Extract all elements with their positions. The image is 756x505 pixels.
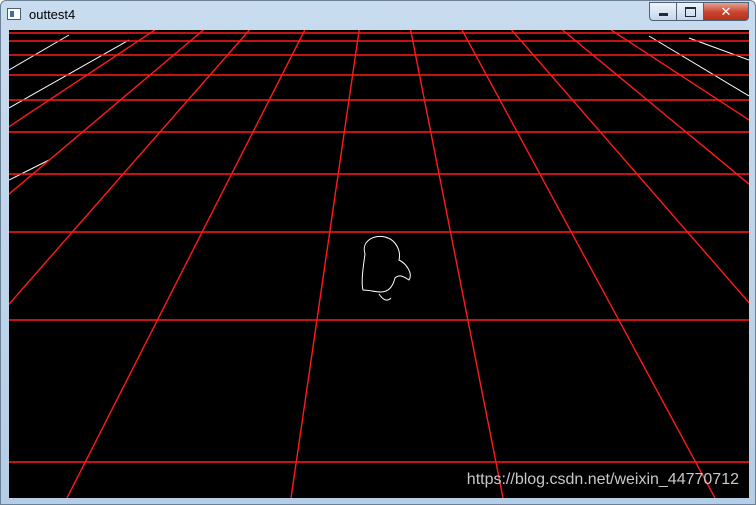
minimize-icon [658, 13, 668, 16]
perspective-grid [9, 30, 749, 498]
edge-line [9, 39, 130, 109]
close-icon: ✕ [720, 3, 732, 19]
minimize-button[interactable] [649, 2, 676, 21]
title-bar[interactable]: outtest4 ✕ [1, 1, 755, 29]
window-controls: ✕ [649, 2, 749, 21]
edge-line [9, 34, 70, 71]
maximize-icon [684, 6, 696, 17]
window-title: outtest4 [29, 7, 76, 22]
white-edge-lines [9, 34, 749, 181]
horizontal-grid-lines [9, 32, 749, 463]
maximize-button[interactable] [676, 2, 703, 21]
outline-shape [361, 235, 411, 301]
image-canvas: https://blog.csdn.net/weixin_44770712 [9, 30, 749, 498]
watermark-text: https://blog.csdn.net/weixin_44770712 [466, 471, 739, 488]
center-outline-shape [361, 235, 411, 301]
app-window-icon[interactable] [7, 8, 21, 20]
close-button[interactable]: ✕ [703, 2, 749, 21]
app-window: outtest4 ✕ https://blog.csdn.net/weixin_… [0, 0, 756, 505]
